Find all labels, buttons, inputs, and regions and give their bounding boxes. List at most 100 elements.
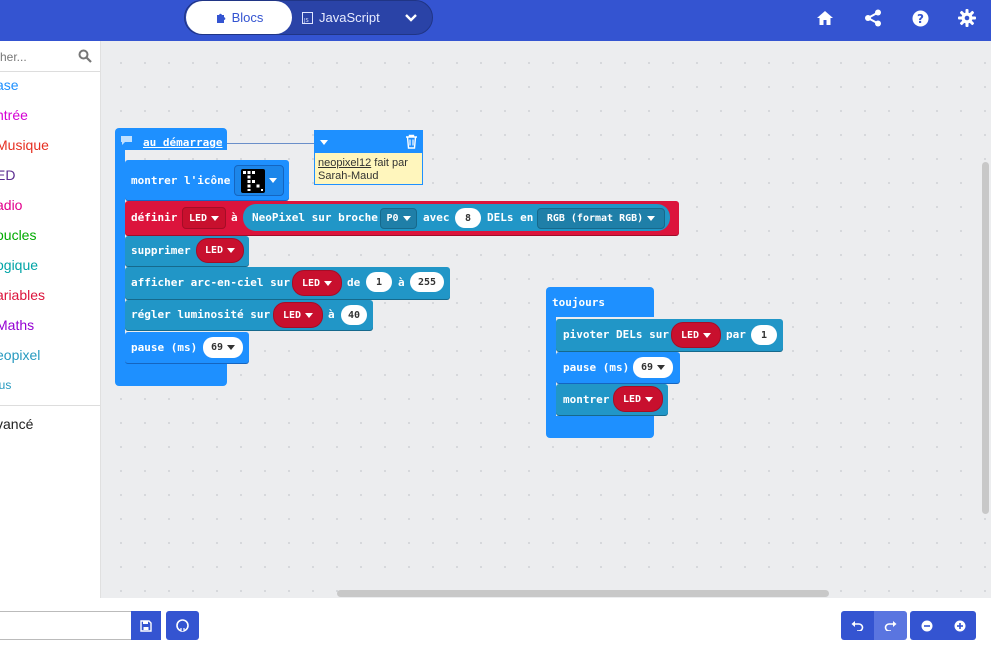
comment-header <box>315 131 422 153</box>
to-label: à <box>231 211 238 224</box>
github-icon <box>176 619 189 632</box>
tab-javascript-label: JavaScript <box>319 10 380 25</box>
led-count-input[interactable]: 8 <box>455 208 481 228</box>
comment-connector <box>227 143 315 144</box>
zoom-out-button[interactable] <box>910 611 943 640</box>
chevron-down-icon <box>305 312 314 318</box>
js-file-icon: JS <box>302 11 313 24</box>
search-icon[interactable] <box>78 49 92 63</box>
pin-value: P0 <box>386 213 399 224</box>
share-icon <box>865 9 881 27</box>
category-label: ogique <box>0 257 39 273</box>
home-button[interactable] <box>813 6 837 30</box>
block-comment[interactable]: neopixel12 fait par Sarah-Maud <box>314 130 423 185</box>
tab-javascript[interactable]: JS JavaScript <box>302 1 392 34</box>
chevron-down-icon <box>647 216 656 221</box>
rotate-offset-input[interactable]: 1 <box>751 325 777 345</box>
category-basic[interactable]: ase <box>0 70 100 100</box>
variable-pill[interactable]: LED <box>613 386 663 412</box>
variable-pill[interactable]: LED <box>292 270 342 296</box>
trash-icon[interactable] <box>405 134 418 149</box>
variable-pill[interactable]: LED <box>273 302 323 328</box>
chevron-down-icon <box>657 365 666 370</box>
project-name-input[interactable] <box>0 611 131 640</box>
github-button[interactable] <box>166 611 199 640</box>
category-radio[interactable]: adio <box>0 190 100 220</box>
pin-dropdown[interactable]: P0 <box>380 208 417 229</box>
vertical-scrollbar[interactable] <box>982 162 989 514</box>
forever-label: toujours <box>552 296 605 309</box>
category-variables[interactable]: ariables <box>0 280 100 310</box>
save-button[interactable] <box>131 611 161 640</box>
category-label: adio <box>0 197 23 213</box>
help-button[interactable]: ? <box>908 6 932 30</box>
pause-dropdown[interactable]: 69 <box>203 337 243 358</box>
category-label: ase <box>0 77 19 93</box>
category-led[interactable]: ED <box>0 160 100 190</box>
category-label: Musique <box>0 137 49 153</box>
tab-blocks[interactable]: Blocs <box>186 1 292 34</box>
share-button[interactable] <box>861 6 885 30</box>
comment-text[interactable]: neopixel12 fait par Sarah-Maud <box>318 157 418 183</box>
undo-button[interactable] <box>841 611 874 640</box>
from-label: de <box>347 276 361 289</box>
mode-dropdown[interactable]: RGB (format RGB) <box>537 208 665 229</box>
with-label: avec <box>423 211 450 224</box>
category-label: oucles <box>0 227 37 243</box>
show-icon-label: montrer l'icône <box>131 174 231 187</box>
horizontal-scrollbar[interactable] <box>337 590 829 597</box>
redo-button[interactable] <box>874 611 907 640</box>
end-hue-input[interactable]: 255 <box>410 272 444 292</box>
category-input[interactable]: ntrée <box>0 100 100 130</box>
variable-name: LED <box>622 393 642 405</box>
bottom-bar <box>0 598 991 654</box>
category-maths[interactable]: Maths <box>0 310 100 340</box>
chevron-down-icon <box>405 14 417 22</box>
forever-spine <box>546 317 556 427</box>
rotate-label: pivoter DELs sur <box>563 328 669 341</box>
category-label: lus <box>0 378 12 392</box>
category-loops[interactable]: oucles <box>0 220 100 250</box>
variable-pill[interactable]: LED <box>196 238 244 263</box>
svg-text:?: ? <box>917 12 924 26</box>
forever-bottom <box>546 416 654 438</box>
variable-pill[interactable]: LED <box>671 322 721 348</box>
category-neopixel[interactable]: eopixel <box>0 340 100 370</box>
category-advanced[interactable]: vancé <box>0 409 100 439</box>
to-label: à <box>398 276 405 289</box>
settings-button[interactable] <box>955 6 979 30</box>
search-input[interactable] <box>0 47 72 67</box>
svg-text:JS: JS <box>303 18 309 24</box>
on-start-spine <box>115 150 125 372</box>
pause-value: 69 <box>640 362 654 373</box>
category-label: ED <box>0 167 16 183</box>
variable-name: LED <box>282 309 302 321</box>
comment-link: neopixel12 <box>318 157 372 169</box>
editor-menu-button[interactable] <box>398 6 424 30</box>
chevron-down-icon[interactable] <box>320 140 328 145</box>
tab-blocks-label: Blocs <box>231 10 264 25</box>
brightness-input[interactable]: 40 <box>341 305 367 325</box>
toolbox-search <box>0 41 100 72</box>
variable-dropdown[interactable]: LED <box>182 207 226 229</box>
brightness-label: régler luminosité sur <box>131 308 271 321</box>
toolbox-divider <box>0 405 100 406</box>
on-start-label: au démarrage <box>143 136 223 149</box>
category-music[interactable]: Musique <box>0 130 100 160</box>
by-label: par <box>726 328 746 341</box>
variable-name: LED <box>301 277 321 289</box>
start-hue-input[interactable]: 1 <box>366 272 392 292</box>
gear-icon <box>958 9 976 27</box>
variable-name: LED <box>680 329 700 341</box>
save-icon <box>140 619 152 632</box>
pause-dropdown[interactable]: 69 <box>633 357 673 378</box>
category-label: vancé <box>0 416 34 432</box>
clear-label: supprimer <box>131 244 191 257</box>
category-label: Maths <box>0 317 35 333</box>
zoom-in-button[interactable] <box>943 611 976 640</box>
category-more[interactable]: lus <box>0 370 100 400</box>
icon-dropdown[interactable] <box>234 165 284 196</box>
pause-label: pause (ms) <box>131 341 198 354</box>
category-logic[interactable]: ogique <box>0 250 100 280</box>
chevron-down-icon <box>227 248 236 253</box>
